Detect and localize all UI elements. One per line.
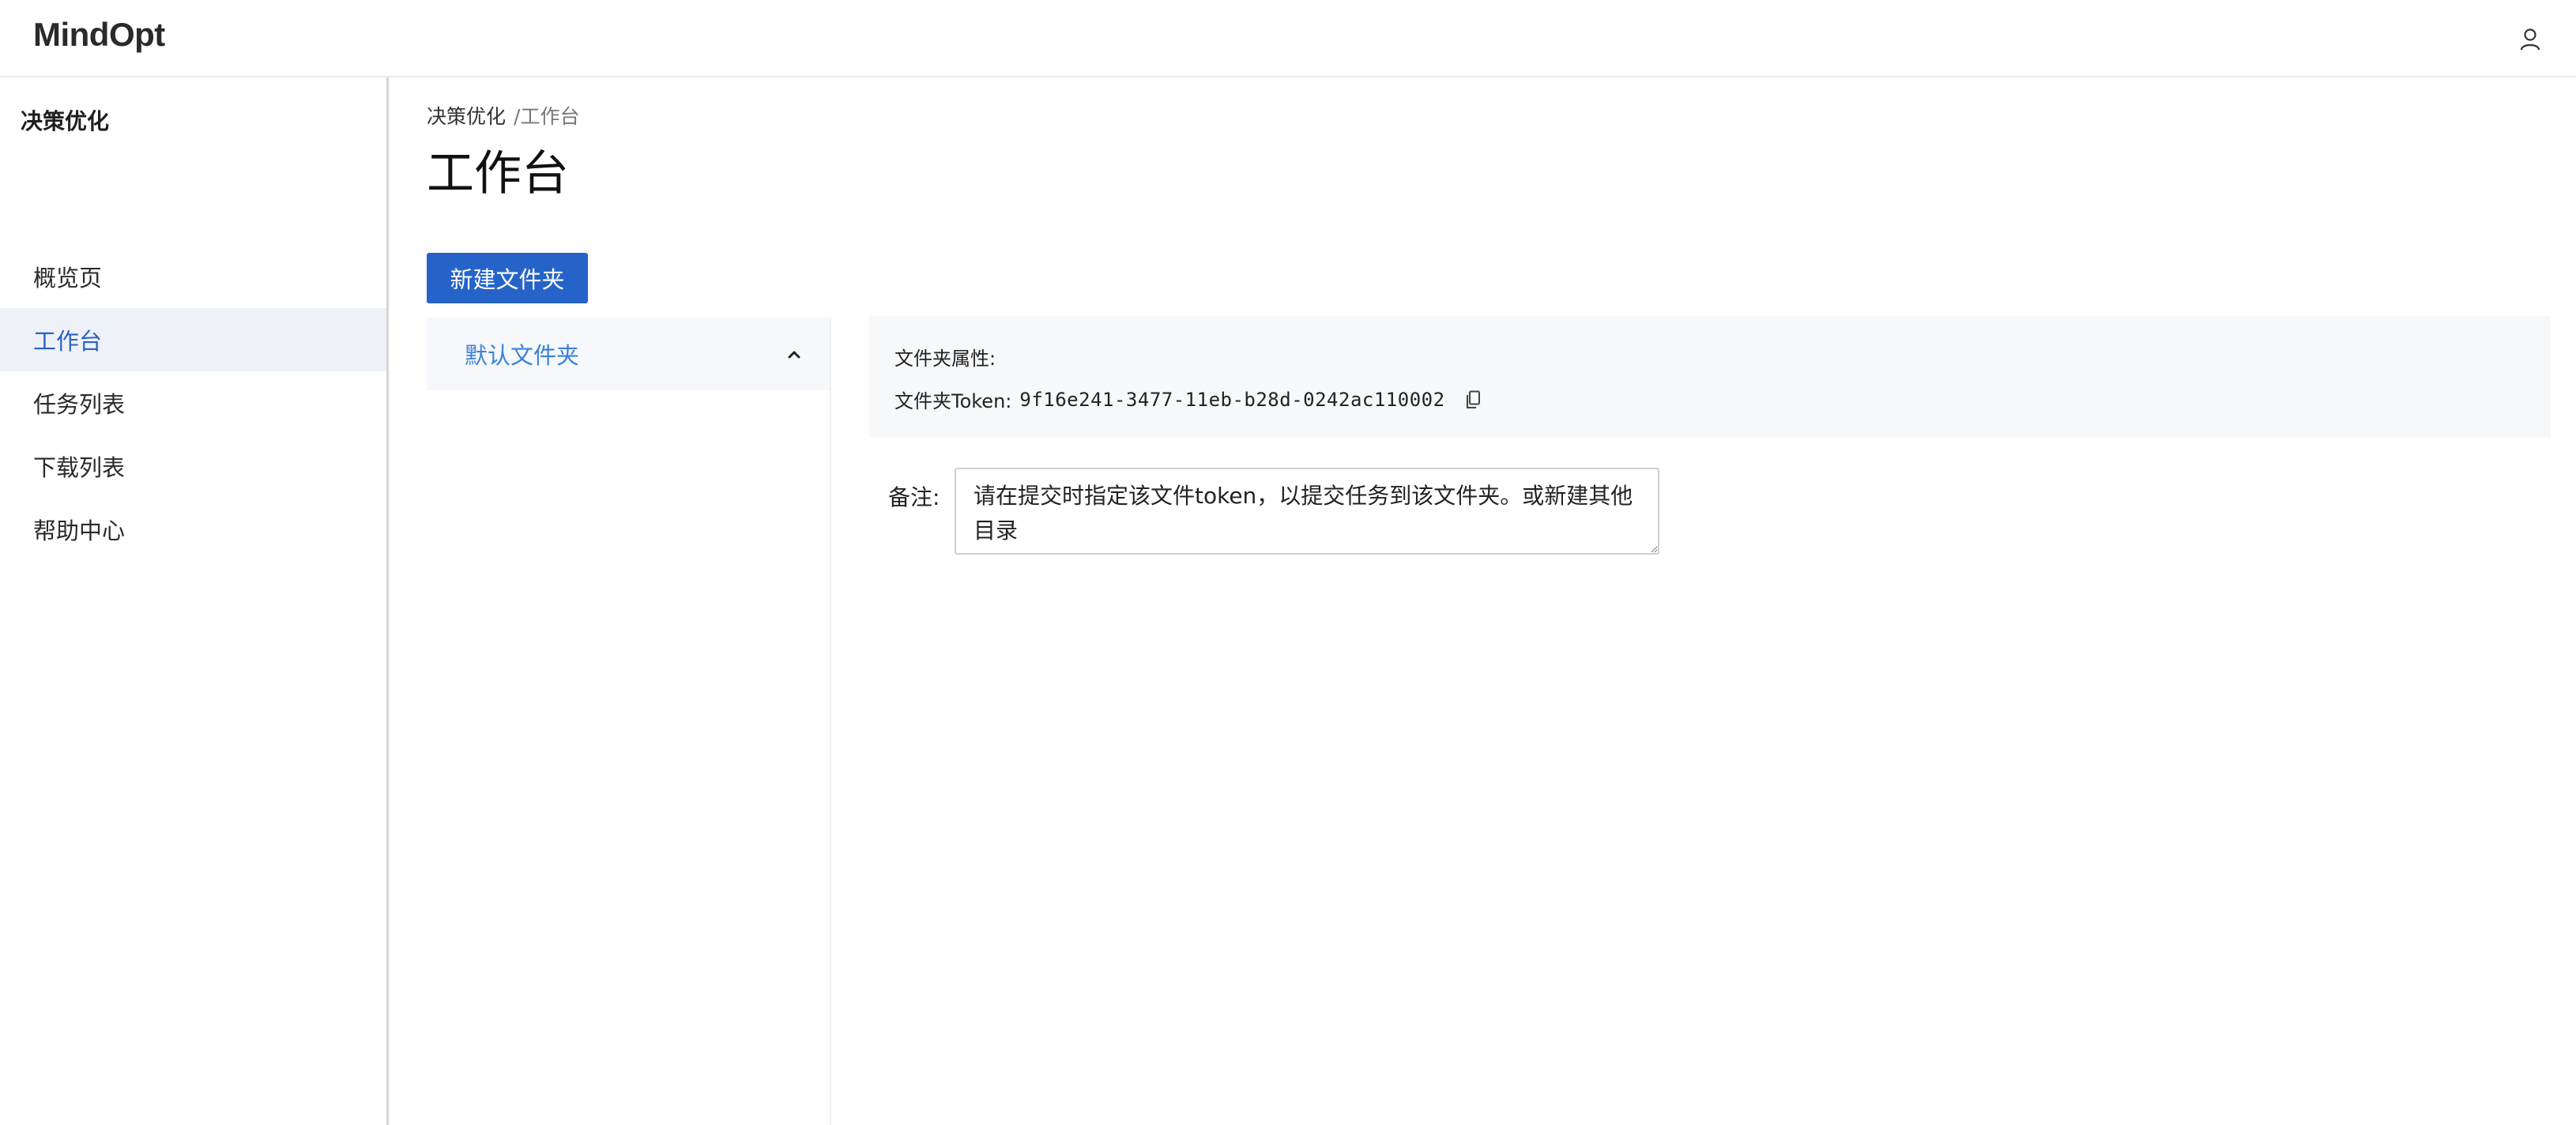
breadcrumb-root-link[interactable]: 决策优化	[427, 101, 506, 130]
sidebar-item-workbench[interactable]: 工作台	[0, 308, 386, 371]
chevron-up-icon[interactable]	[787, 349, 801, 359]
sidebar-item-help-center[interactable]: 帮助中心	[0, 498, 386, 561]
remark-textarea[interactable]: 请在提交时指定该文件token，以提交任务到该文件夹。或新建其他目录	[955, 468, 1659, 555]
sidebar-item-task-list[interactable]: 任务列表	[0, 371, 386, 435]
sidebar-item-label: 下载列表	[33, 454, 126, 481]
copy-token-button[interactable]	[1463, 389, 1483, 410]
folder-token-label: 文件夹Token:	[894, 390, 1012, 412]
folder-item-default[interactable]: 默认文件夹	[427, 318, 830, 390]
brand-logo[interactable]: MindOpt	[33, 16, 165, 54]
sidebar-item-label: 帮助中心	[33, 517, 126, 544]
folder-list-panel: 默认文件夹	[427, 318, 831, 1125]
folder-token-row: 文件夹Token: 9f16e241-3477-11eb-b28d-0242ac…	[894, 386, 1483, 413]
folder-label: 默认文件夹	[465, 342, 580, 369]
sidebar-item-label: 工作台	[33, 328, 103, 355]
sidebar-nav: 概览页 工作台 任务列表 下载列表 帮助中心	[0, 245, 386, 561]
sidebar-item-label: 概览页	[33, 265, 103, 292]
sidebar-title: 决策优化	[21, 108, 110, 134]
breadcrumb-current: 工作台	[520, 105, 580, 128]
new-folder-button[interactable]: 新建文件夹	[427, 253, 588, 303]
user-menu-button[interactable]	[2513, 22, 2548, 57]
page-title: 工作台	[427, 146, 569, 201]
sidebar-item-overview[interactable]: 概览页	[0, 245, 386, 308]
folder-properties-panel: 文件夹属性: 文件夹Token: 9f16e241-3477-11eb-b28d…	[869, 316, 2551, 438]
sidebar-item-label: 任务列表	[33, 391, 126, 418]
top-bar: MindOpt	[0, 0, 2576, 77]
folder-token-value[interactable]: 9f16e241-3477-11eb-b28d-0242ac110002	[1019, 389, 1444, 411]
breadcrumb: 决策优化 /工作台	[427, 101, 579, 130]
copy-icon	[1466, 390, 1480, 408]
sidebar-item-download-list[interactable]: 下载列表	[0, 435, 386, 498]
user-icon	[2520, 28, 2540, 51]
folder-properties-title: 文件夹属性:	[894, 348, 996, 370]
remark-label: 备注:	[888, 484, 940, 510]
sidebar: 决策优化 概览页 工作台 任务列表 下载列表 帮助中心	[0, 77, 389, 1125]
